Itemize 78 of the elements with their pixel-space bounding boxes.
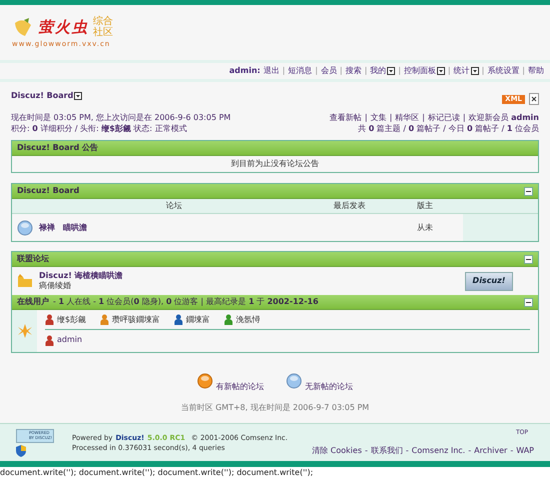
- nav-link[interactable]: 统计: [454, 65, 479, 77]
- separator: |: [282, 65, 286, 77]
- shield-icon: [16, 444, 26, 456]
- quick-link[interactable]: 文集: [370, 112, 386, 123]
- separator: |: [422, 112, 425, 123]
- separator: |: [448, 65, 451, 77]
- welcome-text: 欢迎新会员 admin: [468, 112, 539, 123]
- section-title: Discuz! Board: [17, 185, 80, 197]
- legend-label: 无新帖的论坛: [305, 381, 353, 393]
- separator: |: [462, 112, 466, 123]
- quick-link[interactable]: 精华区: [395, 112, 420, 123]
- alliance-description: 瘑偒绫婚: [39, 281, 72, 291]
- nav-link[interactable]: 我的: [370, 65, 396, 77]
- footer-link[interactable]: 联系我们: [370, 445, 403, 457]
- separator: |: [340, 65, 342, 77]
- star-icon: [18, 323, 32, 339]
- footer-link[interactable]: Archiver: [474, 445, 508, 457]
- nav-link[interactable]: 会员: [320, 65, 337, 77]
- board-title[interactable]: Discuz! Board: [11, 90, 82, 102]
- separator: -: [510, 445, 514, 457]
- forum-name[interactable]: 瞄哄澹: [63, 222, 87, 234]
- separator: |: [364, 65, 368, 77]
- caret-icon[interactable]: [74, 92, 82, 100]
- dropdown-icon[interactable]: [387, 67, 396, 75]
- section-title: 联盟论坛: [17, 253, 49, 265]
- separator: |: [522, 65, 525, 77]
- alliance-banner[interactable]: Discuz!: [465, 272, 513, 290]
- column-header: 论坛: [165, 200, 183, 212]
- separator: |: [315, 65, 318, 77]
- timezone-text: 当前时区 GMT+8, 现在时间是 2006-9-7 03:05 PM: [180, 402, 370, 414]
- group-label: 鐗堜富: [186, 314, 210, 326]
- footer-link[interactable]: WAP: [516, 445, 534, 457]
- script-output: document.write(''); document.write(''); document.write(''); document.write('');: [0, 468, 314, 477]
- footer-link[interactable]: Comsenz Inc.: [412, 445, 466, 457]
- collapse-icon[interactable]: [524, 254, 533, 264]
- separator: -: [406, 445, 409, 457]
- online-summary: -1 人在线 -1 位会员(0 隐身), 0 位游客 | 最高纪录是 1 于 2002-12-16: [53, 296, 318, 308]
- group-label: 瓒呯骇鐗堜富: [112, 314, 160, 326]
- group-label: 缏$彭觎: [57, 314, 86, 326]
- dropdown-icon[interactable]: [470, 67, 479, 75]
- logo-title: 萤火虫: [38, 17, 89, 38]
- alliance-name[interactable]: Discuz! 诲楂樻瞄哄澹: [39, 271, 123, 281]
- section-title: Discuz! Board 公告: [17, 142, 98, 154]
- user-info: 积分: 0 详细积分 / 头衔: 缏$彭觎 状态: 正常模式: [11, 123, 188, 134]
- announcement-text: 到目前为止没有论坛公告: [231, 158, 319, 170]
- nav-link[interactable]: 控制面板: [404, 65, 445, 77]
- folder-icon: [17, 274, 33, 288]
- section-title: 在线用户: [17, 296, 49, 308]
- quick-link[interactable]: 标记已读: [428, 112, 460, 123]
- nav-link[interactable]: 帮助: [528, 65, 544, 77]
- close-icon[interactable]: [529, 93, 539, 105]
- footer-link[interactable]: 清除 Cookies: [312, 445, 362, 457]
- collapse-icon[interactable]: [524, 298, 533, 306]
- legend-label: 有新帖的论坛: [216, 381, 264, 393]
- separator: |: [398, 65, 401, 77]
- time-info: 现在时间是 03:05 PM, 您上次访问是在 2006-9-6 03:05 PM: [11, 112, 231, 123]
- nav-link[interactable]: 系统设置: [487, 65, 520, 77]
- last-post: 从未: [416, 222, 434, 234]
- board-stats: 共 0 篇主题 / 0 篇帖子 / 今日 0 篇帖子 / 1 位会员: [358, 123, 539, 134]
- online-user[interactable]: admin: [57, 334, 82, 346]
- separator: |: [389, 112, 392, 123]
- username: admin:: [229, 65, 260, 77]
- separator: |: [364, 112, 368, 123]
- dropdown-icon[interactable]: [436, 67, 445, 75]
- quick-link[interactable]: 查看新帖: [330, 112, 362, 123]
- logo-subtitle: 综合社区: [93, 16, 114, 38]
- nav-link[interactable]: 短消息: [288, 65, 312, 77]
- collapse-icon[interactable]: [524, 186, 533, 196]
- strawberry-icon: [12, 17, 34, 38]
- column-header: 版主: [416, 200, 434, 212]
- forum-name[interactable]: 禄禅: [39, 222, 55, 234]
- group-label: 浼氬憳: [236, 314, 260, 326]
- nav-link[interactable]: 搜索: [345, 65, 362, 77]
- nav-link[interactable]: 退出: [263, 65, 280, 77]
- separator: -: [468, 445, 472, 457]
- column-header: 最后发表: [332, 200, 367, 212]
- separator: |: [482, 65, 484, 77]
- separator: -: [364, 445, 368, 457]
